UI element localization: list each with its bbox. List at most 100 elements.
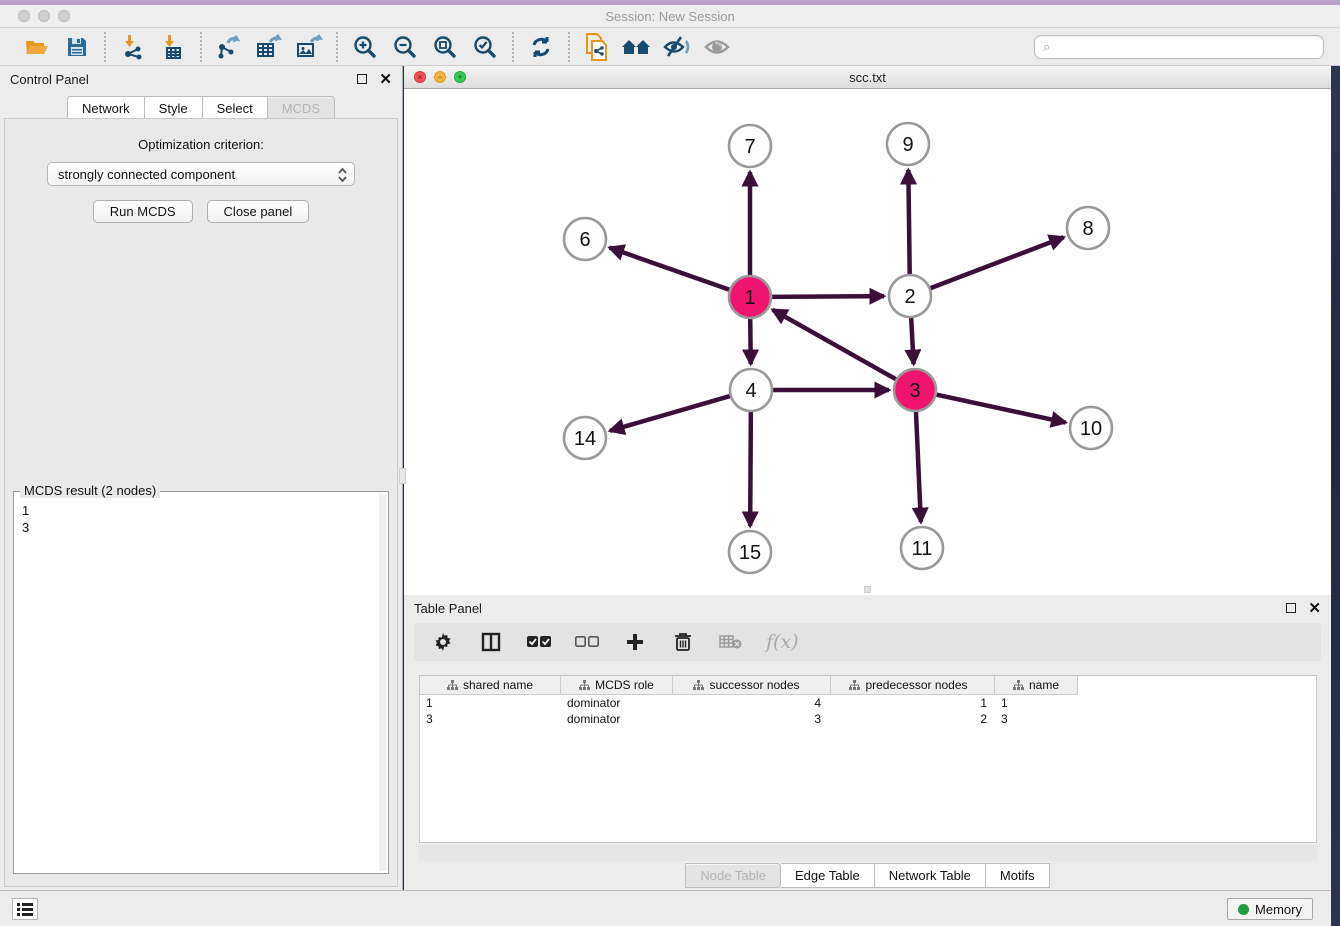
float-panel-icon[interactable] — [357, 74, 367, 84]
node-label-7: 7 — [744, 136, 755, 158]
first-neighbors-icon[interactable] — [620, 32, 654, 62]
show-panels-list-button[interactable] — [12, 898, 38, 920]
open-folder-icon[interactable] — [20, 32, 54, 62]
control-panel-title: Control Panel — [10, 72, 89, 87]
memory-button[interactable]: Memory — [1227, 898, 1313, 920]
column-header-successor-nodes[interactable]: successor nodes — [673, 676, 831, 695]
mcds-result-list[interactable]: 13 — [14, 494, 379, 873]
table-row[interactable]: 3dominator323 — [420, 711, 1316, 727]
application-window: Session: New Session — [0, 0, 1340, 926]
delete-column-trash-icon[interactable] — [670, 629, 696, 655]
settings-gear-icon[interactable] — [430, 629, 456, 655]
edge-2-9[interactable] — [908, 170, 909, 275]
edge-3-11[interactable] — [916, 411, 921, 522]
add-column-icon[interactable] — [622, 629, 648, 655]
edge-1-2[interactable] — [771, 296, 884, 297]
table-row[interactable]: 1dominator411 — [420, 695, 1316, 711]
table-cell[interactable]: 2 — [831, 711, 995, 727]
tab-node-table[interactable]: Node Table — [685, 863, 781, 888]
edge-4-15[interactable] — [750, 411, 751, 526]
export-table-icon[interactable] — [252, 32, 286, 62]
splitter-grip-horizontal[interactable] — [864, 586, 871, 593]
tab-edge-table[interactable]: Edge Table — [781, 863, 875, 888]
search-box[interactable]: ⌕ — [1034, 35, 1324, 59]
network-graph[interactable]: 7968124314101511 — [404, 89, 1331, 595]
desktop-background-sliver — [1331, 66, 1340, 926]
close-panel-button[interactable]: Close panel — [207, 200, 310, 223]
clone-network-icon[interactable] — [580, 32, 614, 62]
network-window-titlebar[interactable]: × − + scc.txt — [404, 66, 1331, 89]
memory-button-label: Memory — [1255, 902, 1302, 917]
main-toolbar: ⌕ — [0, 28, 1340, 66]
table-float-panel-icon[interactable] — [1286, 603, 1296, 613]
export-image-icon[interactable] — [292, 32, 326, 62]
search-icon: ⌕ — [1043, 39, 1050, 55]
optimization-criterion-label: Optimization criterion: — [5, 137, 397, 152]
node-label-3: 3 — [909, 380, 920, 402]
zoom-fit-icon[interactable] — [428, 32, 462, 62]
edge-3-10[interactable] — [936, 394, 1066, 422]
edge-2-3[interactable] — [911, 317, 914, 364]
refresh-icon[interactable] — [524, 32, 558, 62]
edge-3-1[interactable] — [773, 310, 897, 380]
table-cell[interactable]: 3 — [995, 711, 1078, 727]
dropdown-stepper-icon — [336, 167, 349, 183]
table-cell[interactable]: 1 — [420, 695, 561, 711]
export-network-icon[interactable] — [212, 32, 246, 62]
node-label-14: 14 — [574, 428, 596, 450]
node-label-4: 4 — [745, 380, 756, 402]
deselect-all-checkboxes-icon[interactable] — [574, 629, 600, 655]
close-panel-icon[interactable]: ✕ — [379, 72, 392, 87]
table-cell[interactable]: 1 — [995, 695, 1078, 711]
zoom-in-icon[interactable] — [348, 32, 382, 62]
column-header-shared-name[interactable]: shared name — [420, 676, 561, 695]
delete-table-icon[interactable] — [718, 629, 744, 655]
table-cell[interactable]: dominator — [561, 711, 673, 727]
show-hidden-eye-icon[interactable] — [700, 32, 734, 62]
table-close-panel-icon[interactable]: ✕ — [1308, 601, 1321, 616]
table-cell[interactable]: dominator — [561, 695, 673, 711]
import-network-icon[interactable] — [116, 32, 150, 62]
table-toolbar: f(x) — [414, 623, 1321, 661]
window-title: Session: New Session — [0, 9, 1340, 24]
table-panel-title: Table Panel — [414, 601, 482, 616]
tab-motifs[interactable]: Motifs — [986, 863, 1050, 888]
zoom-selected-icon[interactable] — [468, 32, 502, 62]
save-icon[interactable] — [60, 32, 94, 62]
table-cell[interactable]: 3 — [420, 711, 561, 727]
tab-network-table[interactable]: Network Table — [875, 863, 986, 888]
network-view-window: × − + scc.txt 7968124314101511 — [404, 66, 1331, 595]
edge-1-6[interactable] — [610, 248, 731, 290]
node-label-15: 15 — [739, 542, 761, 564]
table-hscroll[interactable] — [419, 845, 1317, 861]
node-label-10: 10 — [1080, 418, 1102, 440]
sort-hierarchy-icon — [849, 680, 860, 690]
function-builder-icon[interactable]: f(x) — [766, 631, 799, 653]
run-mcds-button[interactable]: Run MCDS — [93, 200, 193, 223]
table-tabs: Node TableEdge TableNetwork TableMotifs — [685, 863, 1049, 888]
mcds-result-scrollbar[interactable] — [379, 494, 387, 871]
criterion-dropdown[interactable]: strongly connected component — [47, 162, 355, 186]
search-input[interactable] — [1055, 40, 1315, 55]
control-panel: Control Panel ✕ NetworkStyleSelectMCDS O… — [0, 66, 403, 890]
table-cell[interactable]: 4 — [673, 695, 831, 711]
column-header-MCDS-role[interactable]: MCDS role — [561, 676, 673, 695]
splitter-grip-vertical[interactable] — [399, 468, 406, 484]
mcds-result-box: MCDS result (2 nodes) 13 — [13, 491, 389, 874]
toggle-column-icon[interactable] — [478, 629, 504, 655]
status-bar: Memory — [0, 890, 1331, 926]
column-header-predecessor-nodes[interactable]: predecessor nodes — [831, 676, 995, 695]
column-header-name[interactable]: name — [995, 676, 1078, 695]
titlebar[interactable]: Session: New Session — [0, 5, 1340, 28]
node-label-1: 1 — [744, 287, 755, 309]
hide-selected-eye-icon[interactable] — [660, 32, 694, 62]
table-cell[interactable]: 3 — [673, 711, 831, 727]
table-cell[interactable]: 1 — [831, 695, 995, 711]
edge-4-14[interactable] — [610, 396, 731, 431]
sort-hierarchy-icon — [579, 680, 590, 690]
memory-status-icon — [1238, 904, 1249, 915]
import-table-icon[interactable] — [156, 32, 190, 62]
zoom-out-icon[interactable] — [388, 32, 422, 62]
select-all-checkboxes-icon[interactable] — [526, 629, 552, 655]
edge-2-8[interactable] — [930, 237, 1064, 288]
